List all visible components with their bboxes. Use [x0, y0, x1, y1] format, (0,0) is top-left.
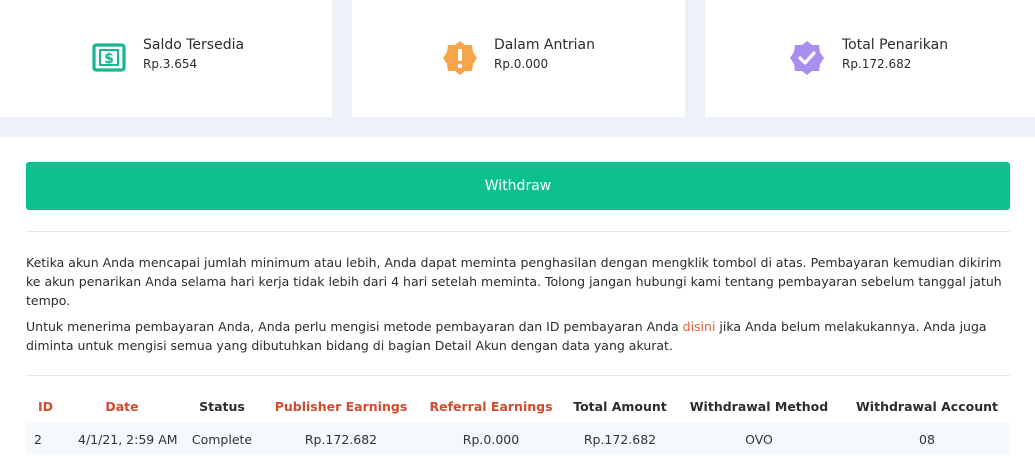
cell-total-amount: Rp.172.682: [583, 431, 657, 447]
card-saldo-tersedia: $ Saldo Tersedia Rp.3.654: [0, 0, 332, 117]
table-header: ID Date Status Publisher Earnings Referr…: [26, 389, 1010, 423]
card-dalam-antrian: Dalam Antrian Rp.0.000: [352, 0, 685, 117]
info-paragraph-payment: Untuk menerima pembayaran Anda, Anda per…: [26, 317, 1006, 355]
cell-withdrawal-account: 08: [919, 431, 935, 447]
header-status: Status: [199, 398, 245, 414]
withdrawals-table: ID Date Status Publisher Earnings Referr…: [26, 389, 1010, 455]
cell-date: 4/1/21, 2:59 AM: [78, 431, 178, 447]
card-label: Saldo Tersedia: [143, 37, 245, 53]
header-withdrawal-method: Withdrawal Method: [689, 398, 829, 414]
divider: [26, 231, 1010, 232]
card-label: Total Penarikan: [842, 37, 949, 53]
cell-publisher-earnings: Rp.172.682: [304, 431, 378, 447]
card-total-penarikan: Total Penarikan Rp.172.682: [705, 0, 1035, 117]
header-withdrawal-account: Withdrawal Account: [856, 398, 998, 414]
payment-settings-link[interactable]: disini: [683, 319, 716, 334]
card-label: Dalam Antrian: [494, 37, 595, 53]
header-id[interactable]: ID: [38, 389, 53, 423]
svg-text:$: $: [104, 51, 114, 67]
header-date[interactable]: Date: [66, 389, 178, 423]
cell-withdrawal-method: OVO: [745, 431, 773, 447]
card-value: Rp.0.000: [494, 57, 549, 71]
table-row: 2 4/1/21, 2:59 AM Complete Rp.172.682 Rp…: [26, 423, 1010, 455]
verified-badge-icon: [789, 40, 825, 76]
cell-referral-earnings: Rp.0.000: [462, 431, 520, 447]
divider: [26, 375, 1010, 376]
dollar-bill-icon: $: [91, 40, 127, 76]
info-paragraph: Ketika akun Anda mencapai jumlah minimum…: [26, 255, 1002, 308]
card-value: Rp.3.654: [143, 57, 198, 71]
cell-status: Complete: [191, 431, 253, 447]
cell-id: 2: [34, 431, 42, 447]
alert-badge-icon: [442, 40, 478, 76]
header-total-amount: Total Amount: [573, 398, 667, 414]
withdraw-panel: Withdraw Ketika akun Anda mencapai jumla…: [0, 137, 1035, 476]
card-value: Rp.172.682: [842, 57, 912, 71]
header-publisher-earnings[interactable]: Publisher Earnings: [266, 389, 416, 423]
info-text: Untuk menerima pembayaran Anda, Anda per…: [26, 319, 683, 334]
withdraw-button[interactable]: Withdraw: [26, 162, 1010, 210]
header-referral-earnings[interactable]: Referral Earnings: [416, 389, 566, 423]
